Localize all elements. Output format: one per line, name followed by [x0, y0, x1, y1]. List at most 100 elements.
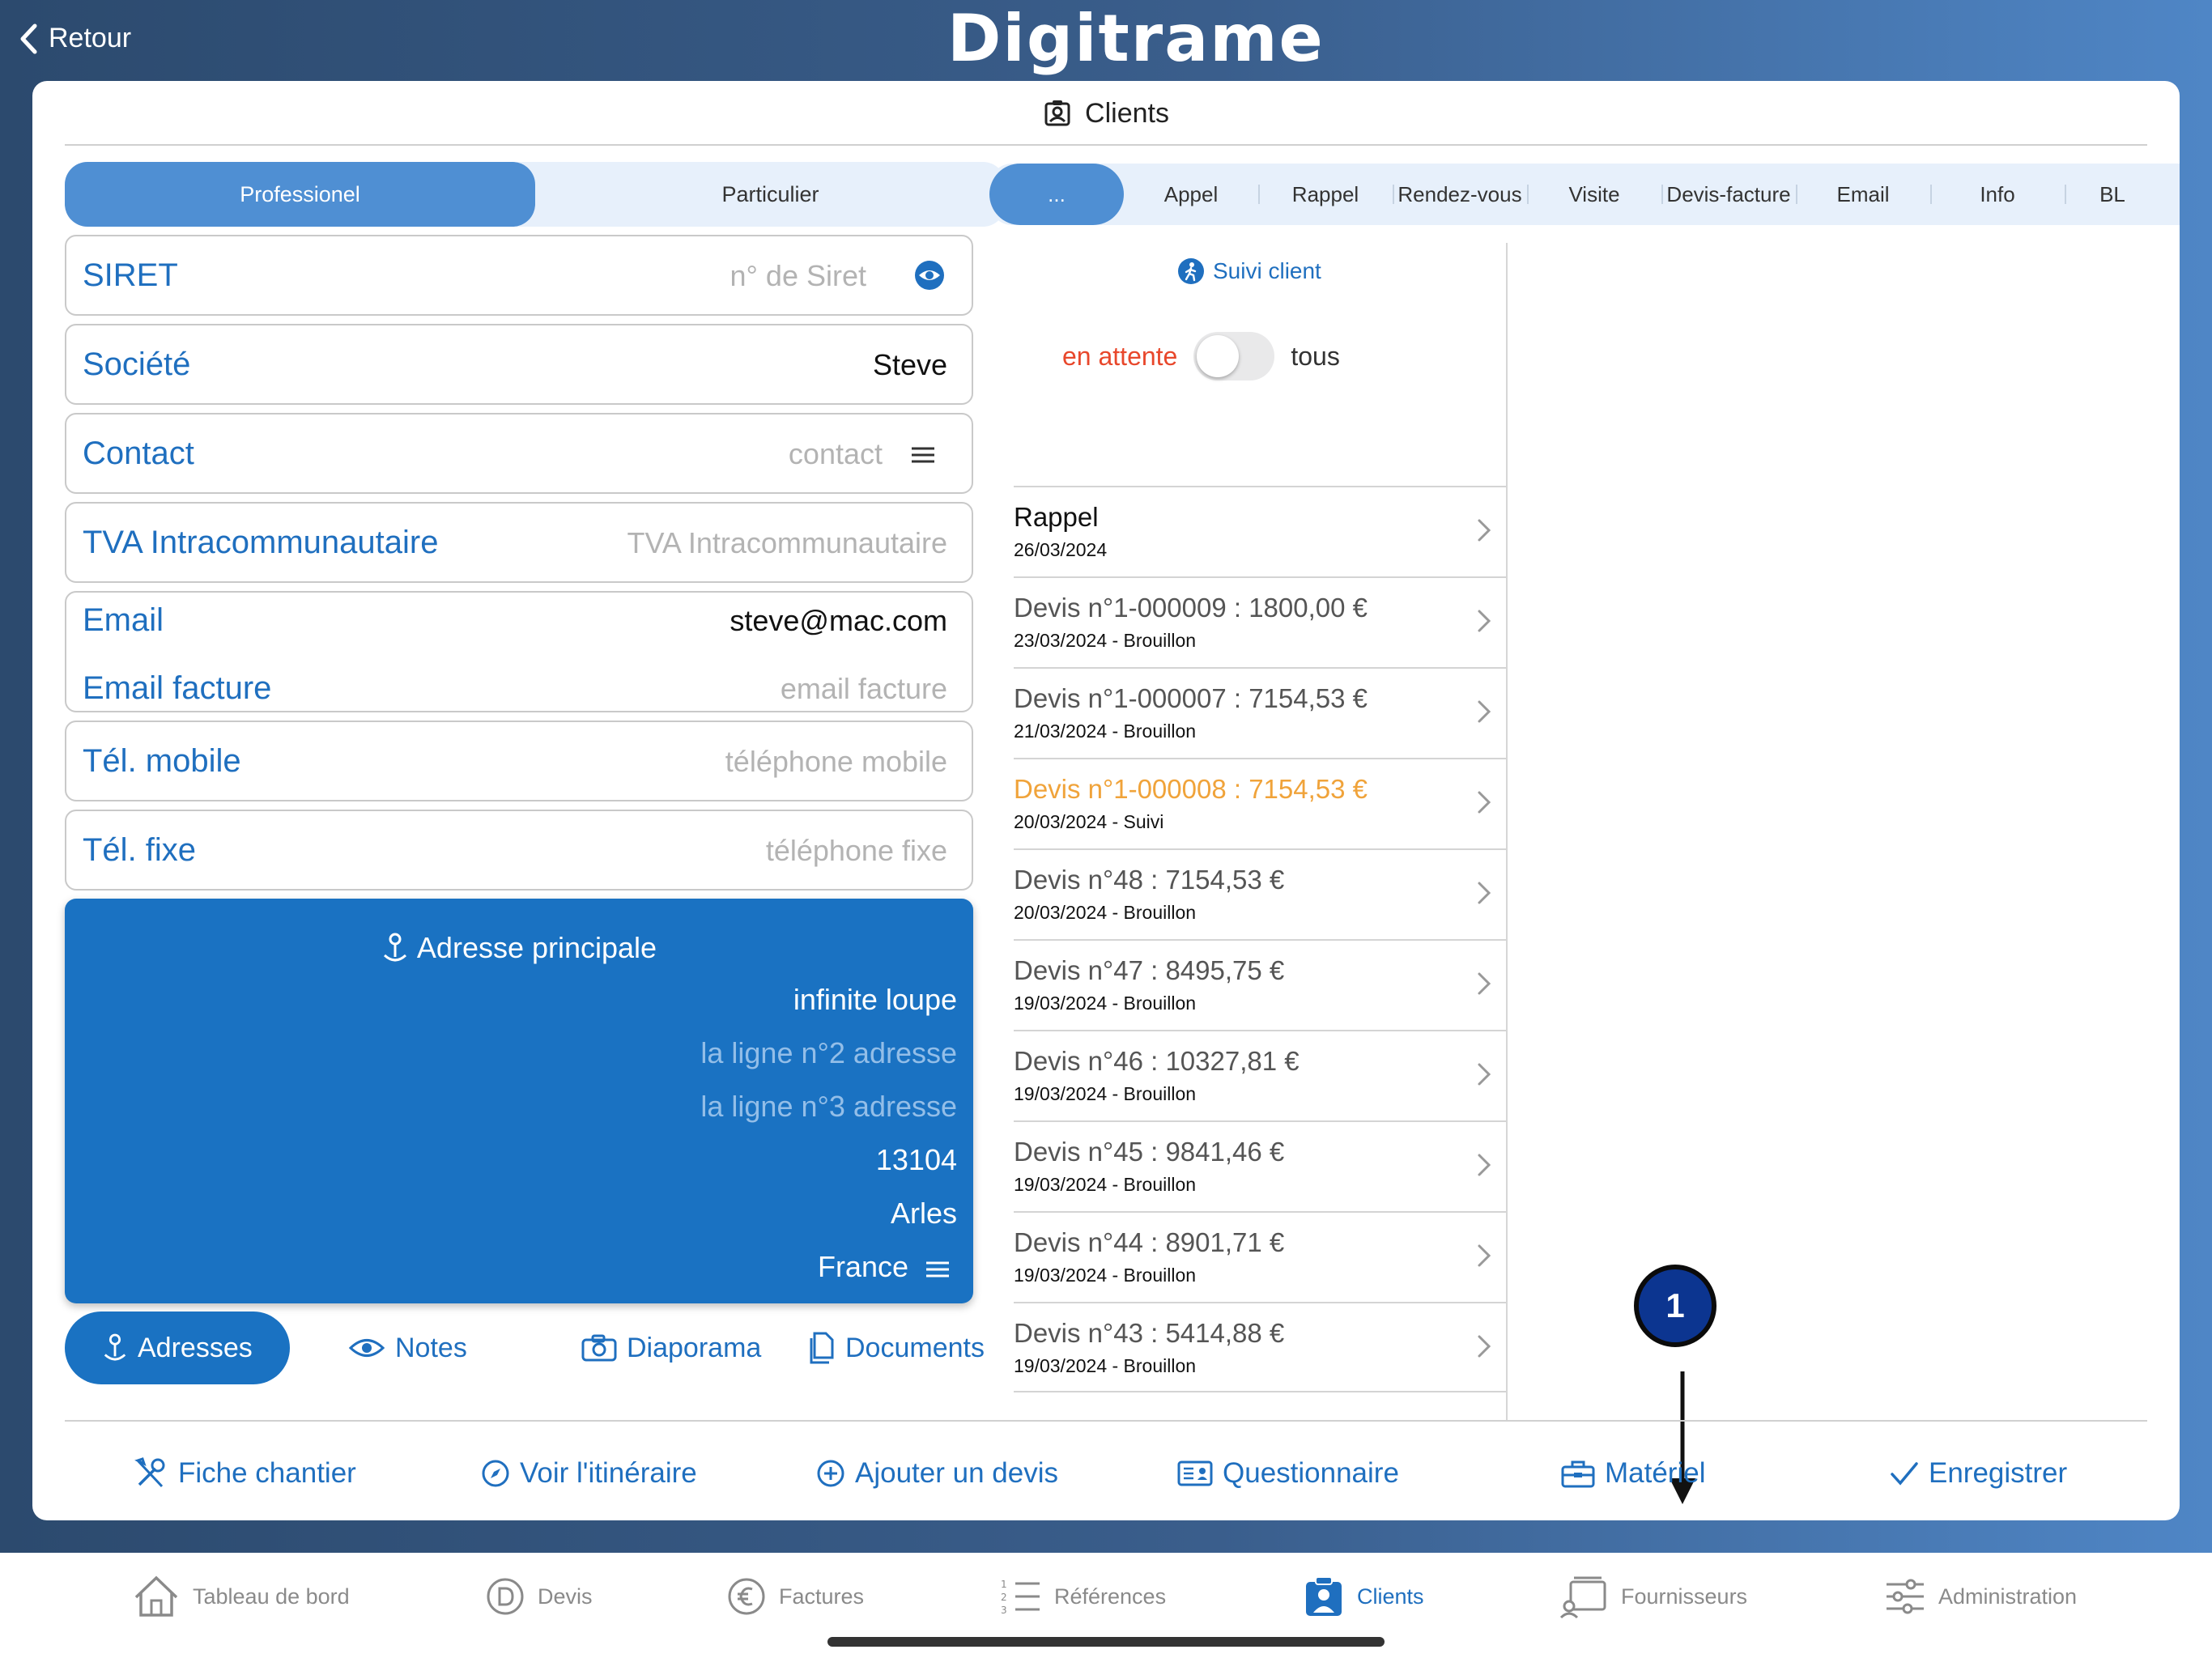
address-line-3[interactable]: la ligne n°3 adresse — [700, 1090, 957, 1124]
pending-toggle[interactable] — [1193, 332, 1275, 380]
list-item[interactable]: Rappel 26/03/2024 — [1014, 486, 1506, 576]
home-icon — [134, 1575, 178, 1617]
enregistrer-button[interactable]: Enregistrer — [1890, 1441, 2067, 1506]
list-item-title: Devis n°47 : 8495,75 € — [1014, 955, 1285, 985]
tab-diaporama[interactable]: Diaporama — [581, 1312, 761, 1384]
activity-tab-visite[interactable]: Visite — [1527, 164, 1661, 225]
activity-tab-rappel[interactable]: Rappel — [1258, 164, 1393, 225]
home-indicator — [827, 1637, 1385, 1647]
itineraire-label: Voir l'itinéraire — [520, 1457, 697, 1489]
address-postal-code[interactable]: 13104 — [876, 1143, 957, 1177]
svg-text:2: 2 — [1001, 1592, 1007, 1603]
tabbar-administration[interactable]: Administration — [1885, 1572, 2077, 1621]
list-item[interactable]: Devis n°47 : 8495,75 € 19/03/2024 - Brou… — [1014, 939, 1506, 1030]
siret-field[interactable]: SIRET n° de Siret — [65, 235, 973, 316]
list-item-subtitle: 19/03/2024 - Brouillon — [1014, 993, 1197, 1014]
list-item[interactable]: Devis n°43 : 5414,88 € 19/03/2024 - Brou… — [1014, 1302, 1506, 1392]
materiel-button[interactable]: Matériel — [1561, 1441, 1705, 1506]
societe-field[interactable]: Société Steve — [65, 324, 973, 405]
address-line-2[interactable]: la ligne n°2 adresse — [700, 1036, 957, 1070]
activity-list: Rappel 26/03/2024 Devis n°1-000009 : 180… — [1014, 486, 1506, 1392]
questionnaire-button[interactable]: Questionnaire — [1177, 1441, 1399, 1506]
activity-tab-bl[interactable]: BL — [2045, 164, 2180, 225]
tel-mobile-field[interactable]: Tél. mobile téléphone mobile — [65, 721, 973, 801]
tel-fixe-field[interactable]: Tél. fixe téléphone fixe — [65, 810, 973, 891]
segment-professional[interactable]: Professionel — [65, 162, 535, 227]
tabbar-references[interactable]: 1 2 3 Références — [999, 1572, 1166, 1621]
tab-adresses[interactable]: Adresses — [65, 1312, 290, 1384]
activity-tabs: ... Appel Rappel Rendez-vous Visite Devi… — [989, 164, 2180, 225]
list-item[interactable]: Devis n°1-000008 : 7154,53 € 20/03/2024 … — [1014, 758, 1506, 848]
card-header: Clients — [32, 81, 2180, 146]
address-line-1[interactable]: infinite loupe — [793, 983, 957, 1017]
list-item-subtitle: 20/03/2024 - Brouillon — [1014, 902, 1197, 923]
tabbar-dashboard-label: Tableau de bord — [193, 1584, 350, 1609]
tab-notes[interactable]: Notes — [348, 1312, 467, 1384]
tabbar-clients[interactable]: Clients — [1304, 1572, 1424, 1621]
list-icon[interactable] — [907, 439, 939, 471]
client-detail-tabs: Adresses Notes Diaporama Documents — [65, 1312, 985, 1384]
email-facture-placeholder[interactable]: email facture — [781, 672, 947, 706]
materiel-label: Matériel — [1605, 1457, 1706, 1489]
devis-icon — [487, 1578, 524, 1615]
list-item[interactable]: Devis n°1-000009 : 1800,00 € 23/03/2024 … — [1014, 576, 1506, 667]
activity-tab-appel[interactable]: Appel — [1124, 164, 1258, 225]
tabbar-fournisseurs[interactable]: Fournisseurs — [1559, 1572, 1747, 1621]
ajouter-devis-button[interactable]: Ajouter un devis — [816, 1441, 1058, 1506]
list-item[interactable]: Devis n°48 : 7154,53 € 20/03/2024 - Brou… — [1014, 848, 1506, 939]
svg-text:1: 1 — [1001, 1579, 1007, 1590]
address-panel[interactable]: Adresse principale infinite loupe la lig… — [65, 899, 973, 1303]
map-pin-icon — [383, 933, 406, 962]
svg-text:3: 3 — [1001, 1605, 1007, 1615]
tab-notes-label: Notes — [395, 1332, 467, 1363]
tabbar-devis[interactable]: Devis — [486, 1572, 593, 1621]
address-city[interactable]: Arles — [891, 1197, 957, 1231]
numbered-list-icon: 1 2 3 — [1001, 1579, 1040, 1615]
siret-placeholder: n° de Siret — [730, 259, 867, 292]
list-item-subtitle: 19/03/2024 - Brouillon — [1014, 1174, 1197, 1195]
tab-documents-label: Documents — [845, 1332, 985, 1363]
eye-icon[interactable] — [913, 259, 946, 291]
list-item-title: Devis n°46 : 10327,81 € — [1014, 1046, 1300, 1076]
tabbar-factures[interactable]: Factures — [727, 1572, 864, 1621]
address-country[interactable]: France — [818, 1250, 908, 1284]
toggle-knob — [1197, 335, 1240, 377]
tva-field[interactable]: TVA Intracommunautaire TVA Intracommunau… — [65, 502, 973, 583]
list-item[interactable]: Devis n°46 : 10327,81 € 19/03/2024 - Bro… — [1014, 1030, 1506, 1120]
top-bar: Retour Digitrame — [0, 0, 2212, 81]
address-title: Adresse principale — [416, 931, 657, 964]
fiche-chantier-button[interactable]: Fiche chantier — [133, 1441, 356, 1506]
tabbar-dashboard[interactable]: Tableau de bord — [133, 1572, 350, 1621]
filter-pending-label: en attente — [1062, 341, 1178, 371]
card-title: Clients — [1085, 97, 1169, 129]
activity-tab-more[interactable]: ... — [989, 164, 1124, 225]
list-icon[interactable] — [921, 1253, 954, 1286]
activity-tab-rendez-vous[interactable]: Rendez-vous — [1393, 164, 1527, 225]
email-value[interactable]: steve@mac.com — [730, 604, 947, 638]
annotation-badge: 1 — [1634, 1265, 1716, 1347]
tabbar-administration-label: Administration — [1938, 1584, 2078, 1609]
itineraire-button[interactable]: Voir l'itinéraire — [481, 1441, 697, 1506]
contact-label: Contact — [83, 436, 194, 471]
activity-tab-email[interactable]: Email — [1796, 164, 1930, 225]
tab-documents[interactable]: Documents — [808, 1312, 985, 1384]
tabbar-factures-label: Factures — [779, 1584, 865, 1609]
list-item[interactable]: Devis n°1-000007 : 7154,53 € 21/03/2024 … — [1014, 667, 1506, 758]
enregistrer-label: Enregistrer — [1929, 1457, 2068, 1489]
documents-icon — [810, 1332, 834, 1364]
segment-individual[interactable]: Particulier — [535, 162, 1006, 227]
euro-icon — [728, 1578, 765, 1615]
back-button[interactable]: Retour — [19, 23, 131, 54]
contact-field[interactable]: Contact contact — [65, 413, 973, 494]
email-label: Email — [83, 602, 164, 638]
chevron-right-icon — [1478, 882, 1491, 904]
address-title-row: Adresse principale — [65, 931, 973, 965]
suivi-client-link[interactable]: Suivi client — [1177, 257, 1321, 285]
list-item-subtitle: 23/03/2024 - Brouillon — [1014, 630, 1197, 651]
list-item[interactable]: Devis n°45 : 9841,46 € 19/03/2024 - Brou… — [1014, 1120, 1506, 1211]
list-item[interactable]: Devis n°44 : 8901,71 € 19/03/2024 - Brou… — [1014, 1211, 1506, 1302]
list-item-subtitle: 19/03/2024 - Brouillon — [1014, 1083, 1197, 1104]
activity-tab-devis-facture[interactable]: Devis-facture — [1661, 164, 1796, 225]
person-walking-icon — [1178, 258, 1204, 284]
back-label: Retour — [49, 23, 132, 53]
